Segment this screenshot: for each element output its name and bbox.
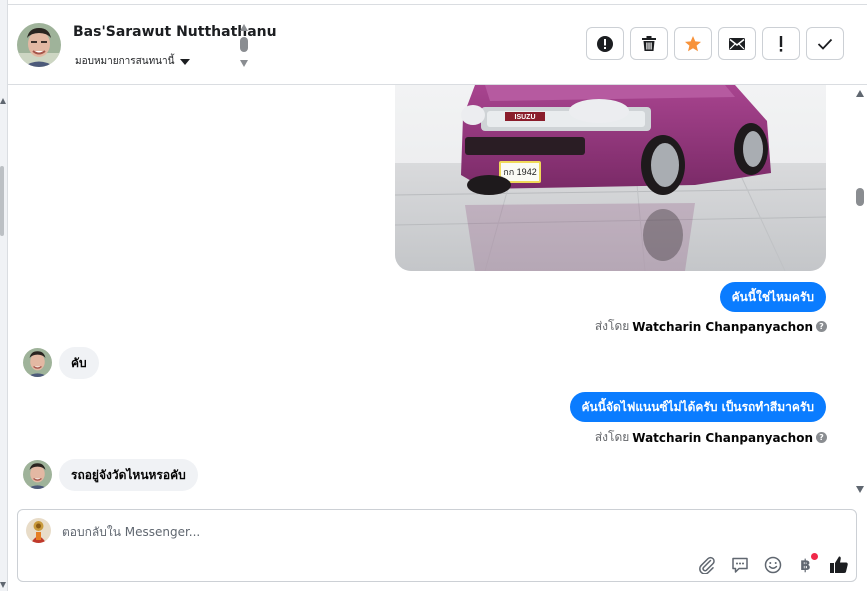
page-avatar (26, 518, 51, 543)
exclamation-icon (779, 35, 783, 52)
emoji-icon (764, 556, 781, 573)
scroll-up-icon[interactable] (240, 24, 248, 31)
emoji-button[interactable] (762, 554, 783, 575)
check-icon (817, 38, 833, 50)
mark-done-button[interactable] (806, 27, 844, 60)
thumbs-up-icon (829, 556, 848, 573)
scroll-down-icon[interactable] (856, 486, 864, 493)
left-scroll-thumb[interactable] (0, 166, 4, 236)
delete-button[interactable] (630, 27, 668, 60)
info-icon[interactable]: ? (816, 432, 827, 443)
car-photo-attachment[interactable]: ISUZU กก 1942 (395, 85, 826, 271)
mark-unread-button[interactable] (718, 27, 756, 60)
conversation-actions (586, 27, 844, 60)
scroll-thumb[interactable] (856, 188, 864, 206)
scroll-thumb[interactable] (240, 37, 248, 52)
incoming-message[interactable]: คับ (59, 347, 99, 379)
incoming-message[interactable]: รถอยู่จังวัดไหนหรอคับ (59, 459, 198, 491)
assign-conversation-dropdown[interactable]: มอบหมายการสนทนานี้ (75, 54, 191, 69)
sender-name[interactable]: Watcharin Chanpanyachon (632, 431, 813, 445)
left-scroll-down-icon[interactable] (0, 582, 6, 588)
contact-avatar-small[interactable] (23, 348, 52, 377)
saved-reply-button[interactable] (729, 554, 750, 575)
star-button[interactable] (674, 27, 712, 60)
message-thread[interactable]: ISUZU กก 1942 คันนี้ใช่ไหมครับ ส่งโดย Wa… (8, 85, 852, 500)
envelope-icon (729, 37, 745, 50)
license-plate: กก 1942 (503, 167, 536, 177)
sent-by-label: ส่งโดย Watcharin Chanpanyachon ? (595, 428, 827, 447)
trash-icon (642, 36, 656, 51)
left-panel-edge (0, 0, 8, 591)
assign-label: มอบหมายการสนทนานี้ (75, 56, 175, 67)
header-scroller[interactable] (240, 24, 250, 68)
scroll-down-icon[interactable] (240, 60, 248, 67)
scroll-up-icon[interactable] (856, 90, 864, 97)
contact-avatar-small[interactable] (23, 460, 52, 489)
outgoing-message[interactable]: คันนี้จัดไฟแนนซ์ไม่ได้ครับ เป็นรถทำสีมาค… (569, 392, 826, 422)
reply-composer: ฿ (17, 509, 857, 582)
info-icon[interactable]: ? (816, 321, 827, 332)
thread-scrollbar[interactable] (852, 85, 867, 500)
sent-by-label: ส่งโดย Watcharin Chanpanyachon ? (595, 317, 827, 336)
star-icon (685, 35, 701, 51)
paperclip-icon (698, 556, 715, 574)
caret-down-icon (180, 58, 191, 65)
notification-dot (811, 553, 818, 560)
outgoing-message[interactable]: คันนี้ใช่ไหมครับ (719, 282, 826, 312)
sender-name[interactable]: Watcharin Chanpanyachon (632, 320, 813, 334)
saved-reply-icon (731, 557, 748, 573)
like-button[interactable] (828, 554, 849, 575)
left-scroll-up-icon[interactable] (0, 98, 6, 104)
contact-avatar[interactable] (17, 23, 61, 67)
composer-tools: ฿ (696, 553, 849, 575)
spam-button[interactable] (586, 27, 624, 60)
alert-circle-icon (597, 35, 613, 52)
payment-button[interactable]: ฿ (795, 553, 818, 575)
conversation-header: Bas'Sarawut Nutthathanu มอบหมายการสนทนาน… (8, 4, 867, 85)
attach-button[interactable] (696, 554, 717, 575)
baht-icon: ฿ (800, 555, 811, 574)
brand-badge: ISUZU (515, 114, 536, 121)
reply-input[interactable] (62, 522, 662, 542)
follow-up-button[interactable] (762, 27, 800, 60)
